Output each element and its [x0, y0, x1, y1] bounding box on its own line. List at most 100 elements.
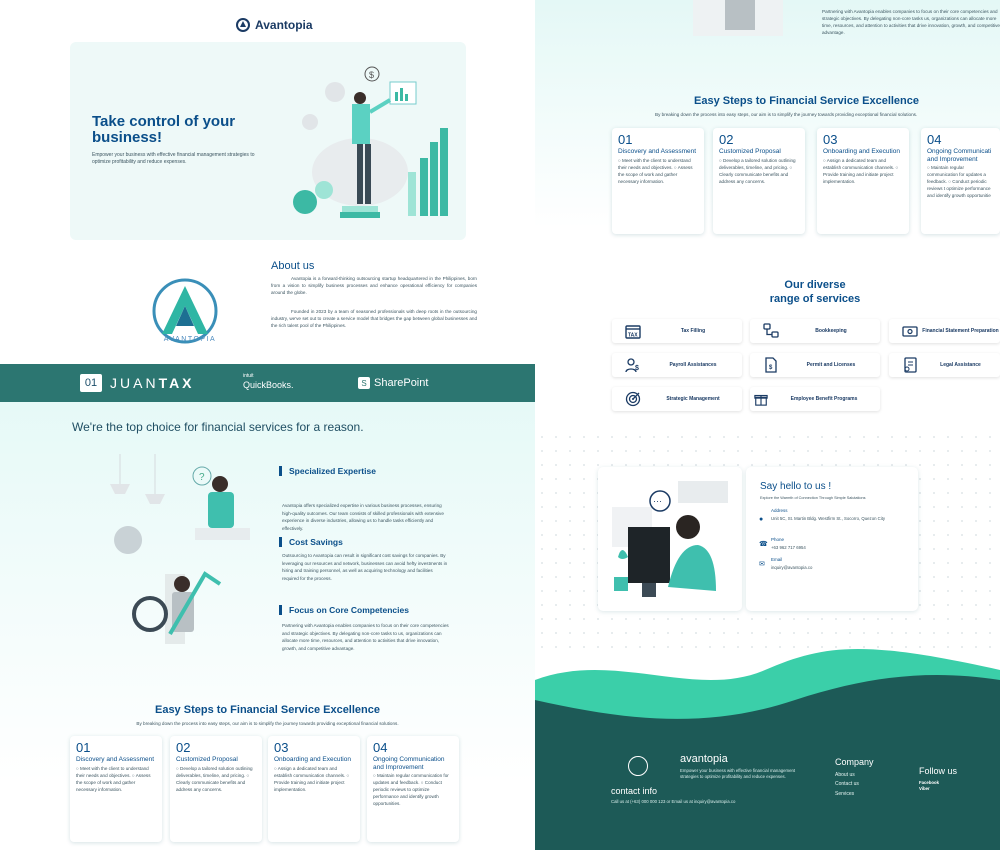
svg-text:TAX: TAX: [628, 333, 638, 339]
hero-title: Take control of your business!: [92, 113, 236, 146]
footer-contact-line: Call us at (+63) 000 000 123 or Email us…: [611, 799, 736, 804]
footer-social-facebook[interactable]: Facebook: [919, 780, 939, 785]
service-strategic-management[interactable]: Strategic Management: [612, 387, 742, 411]
quickbooks-logo: intuit QuickBooks.: [243, 372, 294, 390]
footer-link-contact[interactable]: Contact us: [835, 781, 859, 787]
sharepoint-icon: S: [358, 377, 370, 389]
hierarchy-icon: [760, 323, 782, 339]
footer-company-title: Company: [835, 757, 874, 767]
service-tax-filling[interactable]: TAX Tax Filling: [612, 319, 742, 343]
experts-illustration: ?: [110, 454, 250, 644]
step-description: ○ Maintain regular communication for upd…: [927, 165, 991, 198]
step-description: ○ Develop a tailored solution outlining …: [719, 157, 796, 184]
service-label: Tax Filling: [680, 328, 706, 334]
service-label: Strategic Management: [666, 396, 720, 402]
step-description: ○ Assign a dedicated team and establish …: [823, 157, 899, 184]
brand-logo[interactable]: Avantopia: [236, 18, 313, 32]
footer-follow-title: Follow us: [919, 766, 958, 776]
feature-specialized-expertise-text: Avantopia offers specialized expertise i…: [282, 503, 444, 531]
phone-icon: ☎: [759, 541, 768, 548]
step-number: 03: [823, 132, 838, 147]
steps-title: Easy Steps to Financial Service Excellen…: [154, 704, 380, 716]
services-title-line1: Our diverse: [784, 279, 846, 291]
right-page: Partnering with Avantopia enables compan…: [535, 0, 1000, 850]
step-name: Ongoing Communication and Improvement: [373, 756, 445, 771]
service-label: Financial Statement Preparation: [922, 328, 999, 334]
contact-illustration-card: ···: [598, 467, 742, 611]
step-card-3: 03 Onboarding and Execution ○ Assign a d…: [268, 736, 360, 842]
step-card-2: 02 Customized Proposal ○ Develop a tailo…: [170, 736, 262, 842]
step-number: 02: [176, 740, 191, 755]
sharepoint-logo: S SharePoint: [358, 377, 428, 389]
service-financial-statement[interactable]: Financial Statement Preparation: [889, 319, 1000, 343]
feature-core-competencies-text: Partnering with Avantopia enables compan…: [282, 623, 449, 651]
footer-link-services[interactable]: Services: [835, 791, 854, 797]
phone-label: Phone: [771, 537, 785, 542]
footer-wave: [535, 648, 1000, 850]
step-number: 01: [76, 740, 91, 755]
step-name: Ongoing Communicati and Improvement: [927, 148, 992, 163]
svg-text:$: $: [369, 70, 374, 80]
about-paragraph-1: Avantopia is a forward-thinking outsourc…: [271, 276, 477, 295]
location-pin-icon: ●: [759, 516, 764, 523]
footer-logo-icon: [628, 756, 648, 776]
right-steps-section: Partnering with Avantopia enables compan…: [535, 0, 1000, 240]
right-steps-subtitle: By breaking down the process into easy s…: [655, 112, 918, 117]
feature-cost-savings-text: Outsourcing to Avantopia can result in s…: [282, 553, 448, 581]
sharepoint-name: SharePoint: [374, 377, 429, 389]
quickbooks-name: QuickBooks.: [243, 380, 294, 390]
hero-subtitle: Empower your business with effective fin…: [92, 152, 255, 165]
about-title: About us: [271, 260, 315, 272]
target-icon: [622, 391, 644, 407]
right-partnering-text: Partnering with Avantopia enables compan…: [822, 9, 1000, 35]
step-name: Discovery and Assessment: [76, 756, 155, 763]
email-value[interactable]: inquiry@avantopia.co: [771, 565, 901, 572]
about-paragraph-2: Founded in 2023 by a team of seasoned pr…: [271, 309, 477, 328]
right-step-card-2: 02 Customized Proposal ○ Develop a tailo…: [713, 128, 805, 234]
choice-title: We're the top choice for financial servi…: [72, 420, 364, 434]
feature-cost-savings-title: Cost Savings: [279, 537, 343, 547]
service-bookkeeping[interactable]: Bookkeeping: [750, 319, 880, 343]
step-number: 01: [618, 132, 633, 147]
partners-bar: 01 JUANTAX intuit QuickBooks. S SharePoi…: [0, 364, 535, 402]
footer-brand: avantopia: [680, 753, 728, 765]
address-value: Unit 5C, St. Martin Bldg. Westfirm St., …: [771, 516, 886, 521]
step-name: Customized Proposal: [176, 756, 238, 763]
svg-text:$: $: [635, 365, 639, 372]
service-label: Legal Assistance: [940, 362, 981, 368]
address-label: Address: [771, 508, 788, 513]
footer-social-viber[interactable]: Viber: [919, 786, 930, 791]
feature-specialized-expertise-title: Specialized Expertise: [279, 466, 376, 476]
service-label: Employee Benefit Programs: [790, 396, 858, 402]
svg-text:?: ?: [199, 472, 205, 483]
service-employee-benefits[interactable]: Employee Benefit Programs: [750, 387, 880, 411]
about-logo-text: AVANTOPIA: [163, 336, 217, 343]
right-steps-title: Easy Steps to Financial Service Excellen…: [694, 95, 920, 107]
right-step-card-1: 01 Discovery and Assessment ○ Meet with …: [612, 128, 704, 234]
step-number: 04: [373, 740, 388, 755]
phone-value[interactable]: +63 962 717 6954: [771, 545, 901, 552]
footer: avantopia Empower your business with eff…: [535, 630, 1000, 850]
email-label: Email: [771, 557, 783, 562]
step-number: 04: [927, 132, 942, 147]
juantax-name-a: JUAN: [110, 375, 159, 391]
legal-doc-icon: [899, 357, 921, 373]
service-label: Permit and Licenses: [806, 362, 856, 368]
step-name: Discovery and Assessment: [618, 148, 697, 155]
avantopia-logo-icon: [236, 18, 250, 32]
person-dollar-icon: $: [622, 357, 644, 373]
steps-subtitle: By breaking down the process into easy s…: [136, 721, 399, 726]
juantax-name-b: TAX: [158, 375, 195, 391]
step-card-1: 01 Discovery and Assessment ○ Meet with …: [70, 736, 162, 842]
service-legal-assistance[interactable]: Legal Assistance: [889, 353, 1000, 377]
svg-text:$: $: [769, 365, 773, 371]
why-choose-section: We're the top choice for financial servi…: [0, 402, 535, 850]
service-payroll[interactable]: $ Payroll Assistances: [612, 353, 742, 377]
contact-title: Say hello to us !: [760, 481, 832, 492]
service-permit-licenses[interactable]: $ Permit and Licenses: [750, 353, 880, 377]
service-label: Payroll Assistances: [669, 362, 717, 368]
svg-text:···: ···: [653, 496, 662, 506]
step-description: ○ Meet with the client to understand the…: [618, 157, 693, 184]
email-icon: ✉: [759, 561, 765, 568]
footer-link-about[interactable]: About us: [835, 772, 855, 778]
